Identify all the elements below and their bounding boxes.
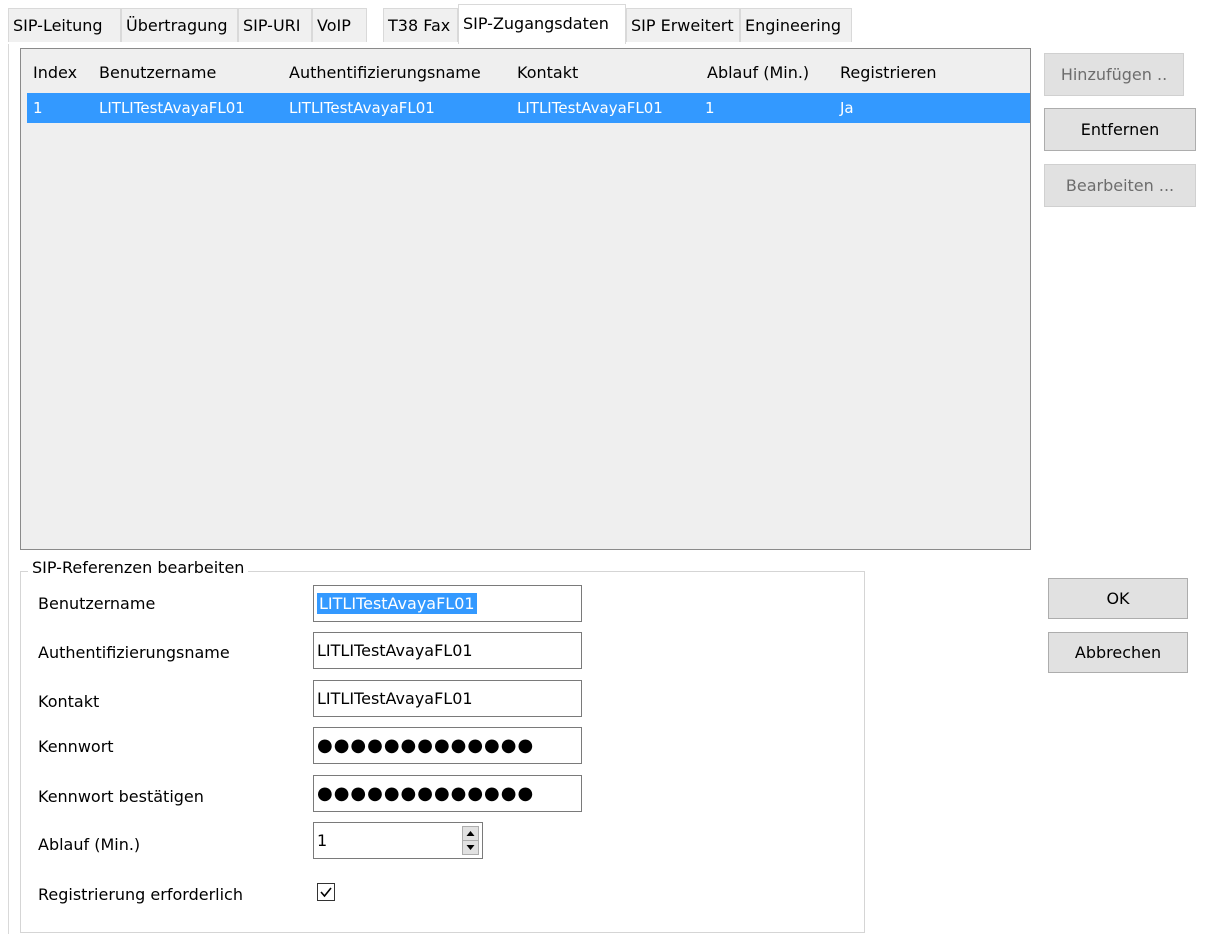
column-header-authname[interactable]: Authentifizierungsname xyxy=(289,63,481,82)
username-field-value: LITLITestAvayaFL01 xyxy=(317,593,477,614)
cell-expiry: 1 xyxy=(705,99,715,117)
password-field[interactable]: ●●●●●●●●●●●●● xyxy=(313,727,582,764)
contact-field[interactable]: LITLITestAvayaFL01 xyxy=(313,680,582,717)
expiry-value: 1 xyxy=(317,831,328,850)
tab-sip-erweitert[interactable]: SIP Erweitert xyxy=(626,8,740,42)
authname-field[interactable]: LITLITestAvayaFL01 xyxy=(313,632,582,669)
tab-t38-fax[interactable]: T38 Fax xyxy=(383,8,458,42)
checkmark-icon xyxy=(320,887,332,898)
tab-sip-zugangsdaten[interactable]: SIP-Zugangsdaten xyxy=(458,4,626,44)
cell-authname: LITLITestAvayaFL01 xyxy=(289,99,435,117)
cancel-button[interactable]: Abbrechen xyxy=(1048,632,1188,673)
registration-label: Registrierung erforderlich xyxy=(38,885,243,904)
remove-button[interactable]: Entfernen xyxy=(1044,108,1196,151)
list-header: Index Benutzername Authentifizierungsnam… xyxy=(21,49,1030,93)
add-button[interactable]: Hinzufügen .. xyxy=(1044,53,1184,96)
list-row-selected[interactable]: 1 LITLITestAvayaFL01 LITLITestAvayaFL01 … xyxy=(27,93,1030,123)
expiry-spin-buttons xyxy=(462,826,479,855)
password-confirm-field[interactable]: ●●●●●●●●●●●●● xyxy=(313,775,582,812)
credentials-list[interactable]: Index Benutzername Authentifizierungsnam… xyxy=(20,48,1031,550)
column-header-register[interactable]: Registrieren xyxy=(840,63,937,82)
expiry-label: Ablauf (Min.) xyxy=(38,835,141,854)
tab-page-border xyxy=(8,44,9,934)
password-label: Kennwort xyxy=(38,737,114,756)
spin-up-icon[interactable] xyxy=(463,827,478,841)
ok-button[interactable]: OK xyxy=(1048,578,1188,619)
column-header-contact[interactable]: Kontakt xyxy=(517,63,578,82)
spin-down-icon[interactable] xyxy=(463,841,478,854)
cell-index: 1 xyxy=(33,99,43,117)
cell-register: Ja xyxy=(840,99,854,117)
column-header-username[interactable]: Benutzername xyxy=(99,63,216,82)
authname-label: Authentifizierungsname xyxy=(38,643,230,662)
edit-button[interactable]: Bearbeiten ... xyxy=(1044,164,1196,207)
column-header-expiry[interactable]: Ablauf (Min.) xyxy=(707,63,809,82)
cell-username: LITLITestAvayaFL01 xyxy=(99,99,245,117)
cell-contact: LITLITestAvayaFL01 xyxy=(517,99,663,117)
tab-voip[interactable]: VoIP xyxy=(312,8,367,42)
expiry-stepper[interactable]: 1 xyxy=(313,822,483,859)
contact-label: Kontakt xyxy=(38,692,100,711)
password-confirm-label: Kennwort bestätigen xyxy=(38,787,204,806)
tab-sip-uri[interactable]: SIP-URI xyxy=(238,8,312,42)
tab-sip-leitung[interactable]: SIP-Leitung xyxy=(8,8,121,42)
username-label: Benutzername xyxy=(38,594,156,613)
tab-uebertragung[interactable]: Übertragung xyxy=(121,8,238,42)
tab-engineering[interactable]: Engineering xyxy=(740,8,852,42)
column-header-index[interactable]: Index xyxy=(33,63,77,82)
group-title: SIP-Referenzen bearbeiten xyxy=(28,558,249,577)
tab-strip: SIP-Leitung Übertragung SIP-URI VoIP T38… xyxy=(0,0,1219,46)
registration-checkbox[interactable] xyxy=(317,883,335,901)
username-field[interactable]: LITLITestAvayaFL01 xyxy=(313,585,582,622)
